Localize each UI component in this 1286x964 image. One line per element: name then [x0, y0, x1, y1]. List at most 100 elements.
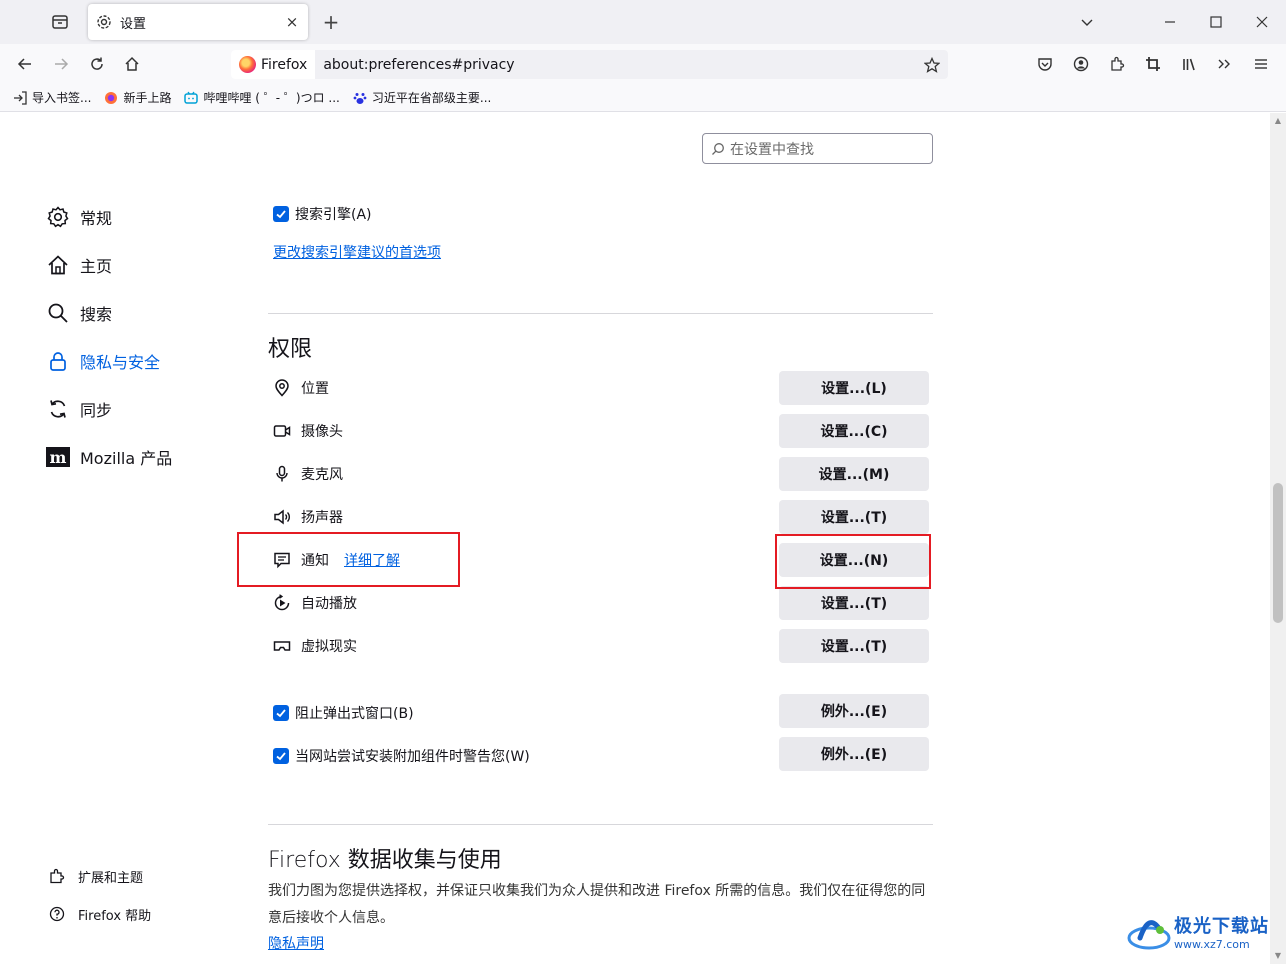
star-icon[interactable]: [922, 55, 942, 75]
firefox-icon: [103, 90, 119, 106]
autoplay-icon: [272, 593, 292, 613]
mozilla-icon: m: [46, 445, 70, 469]
url-bar[interactable]: Firefox about:preferences#privacy: [231, 50, 948, 79]
scroll-thumb[interactable]: [1273, 483, 1283, 623]
block-popups-row[interactable]: 阻止弹出式窗口(B): [273, 703, 414, 723]
privacy-notice-link[interactable]: 隐私声明: [268, 933, 324, 953]
sidebar-item-sync[interactable]: 同步: [46, 385, 172, 433]
watermark-logo-icon: [1127, 920, 1171, 950]
autoplay-settings-button[interactable]: 设置...(T): [779, 586, 929, 620]
permission-autoplay: 自动播放: [272, 586, 357, 620]
speaker-settings-button[interactable]: 设置...(T): [779, 500, 929, 534]
home-icon: [46, 253, 70, 277]
checkbox-checked[interactable]: [273, 206, 289, 222]
bookmark-news[interactable]: 习近平在省部级主要...: [352, 89, 491, 106]
bookmark-import[interactable]: 导入书签...: [12, 89, 91, 106]
lock-icon: [46, 349, 70, 373]
watermark-url: www.xz7.com: [1174, 937, 1250, 951]
account-icon[interactable]: [1070, 53, 1092, 75]
watermark-title: 极光下载站: [1174, 915, 1269, 937]
permission-label: 摄像头: [301, 424, 343, 440]
puzzle-icon: [48, 867, 66, 885]
reload-icon[interactable]: [86, 53, 108, 75]
permission-label: 虚拟现实: [301, 639, 357, 655]
microphone-settings-button[interactable]: 设置...(M): [779, 457, 929, 491]
bookmark-bilibili[interactable]: 哔哩哔哩 ( ゜- ゜)つロ ...: [183, 89, 340, 106]
warn-addons-row[interactable]: 当网站尝试安装附加组件时警告您(W): [273, 746, 530, 766]
url-text[interactable]: about:preferences#privacy: [315, 57, 922, 73]
import-icon: [12, 90, 28, 106]
back-arrow-icon[interactable]: [14, 53, 36, 75]
sidebar-item-label: 常规: [80, 209, 113, 228]
search-icon: [46, 301, 70, 325]
sidebar-item-home[interactable]: 主页: [46, 241, 172, 289]
preferences-page: 在设置中查找 常规 主页 搜索 隐私与安全 同步 m Mozilla 产品 扩展…: [0, 113, 1270, 964]
checkbox-checked[interactable]: [273, 748, 289, 764]
scroll-down-icon[interactable]: ▼: [1274, 952, 1282, 960]
search-placeholder: 在设置中查找: [730, 141, 814, 158]
search-engine-checkbox-row[interactable]: 搜索引擎(A): [273, 204, 372, 224]
vr-settings-button[interactable]: 设置...(T): [779, 629, 929, 663]
pocket-icon[interactable]: [1034, 53, 1056, 75]
permission-label: 扬声器: [301, 510, 343, 526]
checkbox-label: 阻止弹出式窗口(B): [295, 706, 414, 722]
highlight-box-button: [775, 534, 931, 589]
permission-label: 自动播放: [301, 596, 357, 612]
camera-settings-button[interactable]: 设置...(C): [779, 414, 929, 448]
sidebar-item-general[interactable]: 常规: [46, 193, 172, 241]
sidebar-item-privacy[interactable]: 隐私与安全: [46, 337, 172, 385]
tab-settings[interactable]: 设置 ×: [88, 4, 308, 40]
sidebar-item-help[interactable]: Firefox 帮助: [48, 895, 151, 933]
new-tab-button[interactable]: +: [320, 10, 342, 34]
close-window-icon[interactable]: [1250, 10, 1274, 34]
checkbox-label: 搜索引擎(A): [295, 207, 372, 223]
data-collection-heading: Firefox 数据收集与使用: [268, 848, 502, 873]
extensions-icon[interactable]: [1106, 53, 1128, 75]
location-icon: [272, 378, 292, 398]
permission-camera: 摄像头: [272, 414, 343, 448]
maximize-icon[interactable]: [1204, 10, 1228, 34]
sidebar-item-label: 隐私与安全: [80, 353, 161, 372]
bookmark-getting-started[interactable]: 新手上路: [103, 89, 171, 106]
scroll-up-icon[interactable]: ▲: [1274, 117, 1282, 125]
minimize-icon[interactable]: [1158, 10, 1182, 34]
identity-label: Firefox: [261, 56, 308, 73]
tab-strip: 设置 × +: [0, 0, 1286, 44]
close-icon[interactable]: ×: [284, 13, 300, 31]
gear-icon: [46, 205, 70, 229]
popup-exceptions-button[interactable]: 例外...(E): [779, 694, 929, 728]
sidebar-item-search[interactable]: 搜索: [46, 289, 172, 337]
overflow-icon[interactable]: [1213, 53, 1235, 75]
bookmark-label: 导入书签...: [32, 91, 92, 105]
identity-box[interactable]: Firefox: [231, 50, 316, 79]
library-icon[interactable]: [1178, 53, 1200, 75]
microphone-icon: [272, 464, 292, 484]
permission-label: 麦克风: [301, 467, 343, 483]
bookmark-label: 哔哩哔哩 ( ゜- ゜)つロ ...: [203, 91, 340, 105]
search-icon: [711, 142, 725, 156]
addon-exceptions-button[interactable]: 例外...(E): [779, 737, 929, 771]
sidebar-item-mozilla[interactable]: m Mozilla 产品: [46, 433, 172, 481]
sidebar-item-label: 主页: [80, 257, 113, 276]
crop-icon[interactable]: [1142, 53, 1164, 75]
chevron-down-icon[interactable]: [1075, 10, 1099, 34]
home-icon[interactable]: [121, 53, 143, 75]
sidebar-item-label: 扩展和主题: [78, 870, 144, 886]
search-suggestions-link[interactable]: 更改搜索引擎建议的首选项: [273, 242, 441, 262]
menu-icon[interactable]: [1250, 53, 1272, 75]
section-divider: [268, 313, 933, 314]
sidebar-item-label: Mozilla 产品: [80, 449, 173, 468]
help-icon: [48, 905, 66, 923]
baidu-icon: [352, 90, 368, 106]
permission-vr: 虚拟现实: [272, 629, 357, 663]
tab-list-icon[interactable]: [50, 12, 70, 32]
bookmark-label: 新手上路: [123, 91, 172, 105]
tab-title: 设置: [120, 16, 147, 32]
data-collection-description: 我们力图为您提供选择权，并保证只收集我们为众人提供和改进 Firefox 所需的…: [268, 883, 926, 926]
settings-search-input[interactable]: 在设置中查找: [702, 133, 933, 164]
forward-arrow-icon[interactable]: [50, 53, 72, 75]
sidebar-item-addons[interactable]: 扩展和主题: [48, 857, 151, 895]
page-scrollbar[interactable]: ▲ ▼: [1270, 113, 1286, 964]
location-settings-button[interactable]: 设置...(L): [779, 371, 929, 405]
checkbox-checked[interactable]: [273, 705, 289, 721]
